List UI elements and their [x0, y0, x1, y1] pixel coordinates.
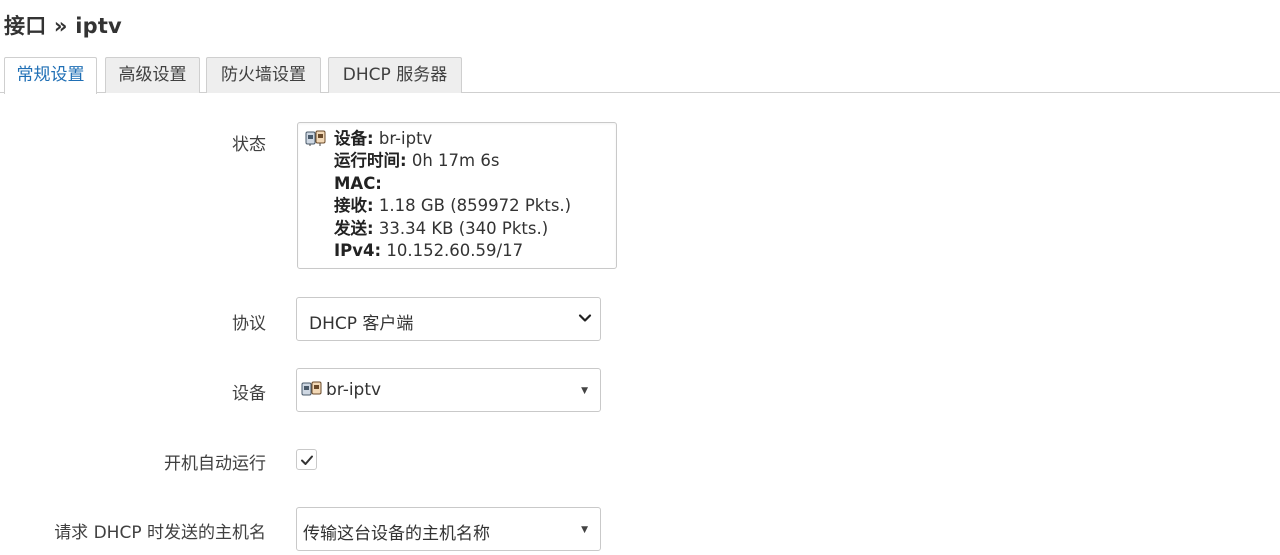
- mac-key: MAC:: [334, 173, 382, 193]
- tab-general-settings[interactable]: 常规设置: [4, 57, 97, 94]
- ipv4-value: 10.152.60.59/17: [386, 241, 524, 261]
- tx-value: 33.34 KB (340 Pkts.): [378, 218, 549, 238]
- device-value: br-iptv: [378, 129, 433, 148]
- uptime-key: 运行时间:: [334, 151, 407, 171]
- checkmark-icon: [301, 455, 313, 465]
- hostname-select[interactable]: 传输这台设备的主机名称 ▼: [296, 507, 601, 551]
- rx-value: 1.18 GB (859972 Pkts.): [378, 196, 572, 216]
- mac-value-redacted: [387, 177, 558, 192]
- device-select[interactable]: br-iptv ▼: [296, 368, 601, 412]
- uptime-value: 0h 17m 6s: [411, 151, 500, 171]
- ethernet-ports-icon: [301, 381, 322, 396]
- rx-key: 接收:: [334, 196, 374, 216]
- dropdown-caret-icon: ▼: [581, 525, 588, 535]
- hostname-value: 传输这台设备的主机名称: [303, 524, 490, 544]
- device-key: 设备:: [334, 129, 374, 148]
- tab-advanced-settings[interactable]: 高级设置: [105, 57, 200, 93]
- ethernet-ports-icon: [305, 130, 326, 146]
- tx-key: 发送:: [334, 218, 374, 238]
- chevron-down-icon: [578, 314, 592, 322]
- tab-bar: 常规设置 高级设置 防火墙设置 DHCP 服务器: [0, 57, 1280, 94]
- hostname-label: 请求 DHCP 时发送的主机名: [54, 523, 266, 543]
- device-label: 设备: [232, 384, 266, 404]
- status-panel: 设备: br-iptv 运行时间: 0h 17m 6s MAC: 接收: 1.1…: [297, 122, 617, 269]
- tab-dhcp-server[interactable]: DHCP 服务器: [328, 57, 462, 93]
- autostart-checkbox[interactable]: [296, 449, 317, 470]
- status-label: 状态: [232, 135, 266, 155]
- protocol-select[interactable]: DHCP 客户端: [296, 297, 601, 341]
- dropdown-caret-icon: ▼: [581, 386, 588, 396]
- page-title: 接口 » iptv: [4, 14, 122, 38]
- autostart-label: 开机自动运行: [164, 454, 266, 474]
- tab-firewall-settings[interactable]: 防火墙设置: [206, 57, 321, 93]
- protocol-label: 协议: [232, 314, 266, 334]
- ipv4-key: IPv4:: [334, 241, 382, 261]
- device-select-value: br-iptv: [326, 380, 382, 400]
- protocol-value: DHCP 客户端: [309, 314, 414, 334]
